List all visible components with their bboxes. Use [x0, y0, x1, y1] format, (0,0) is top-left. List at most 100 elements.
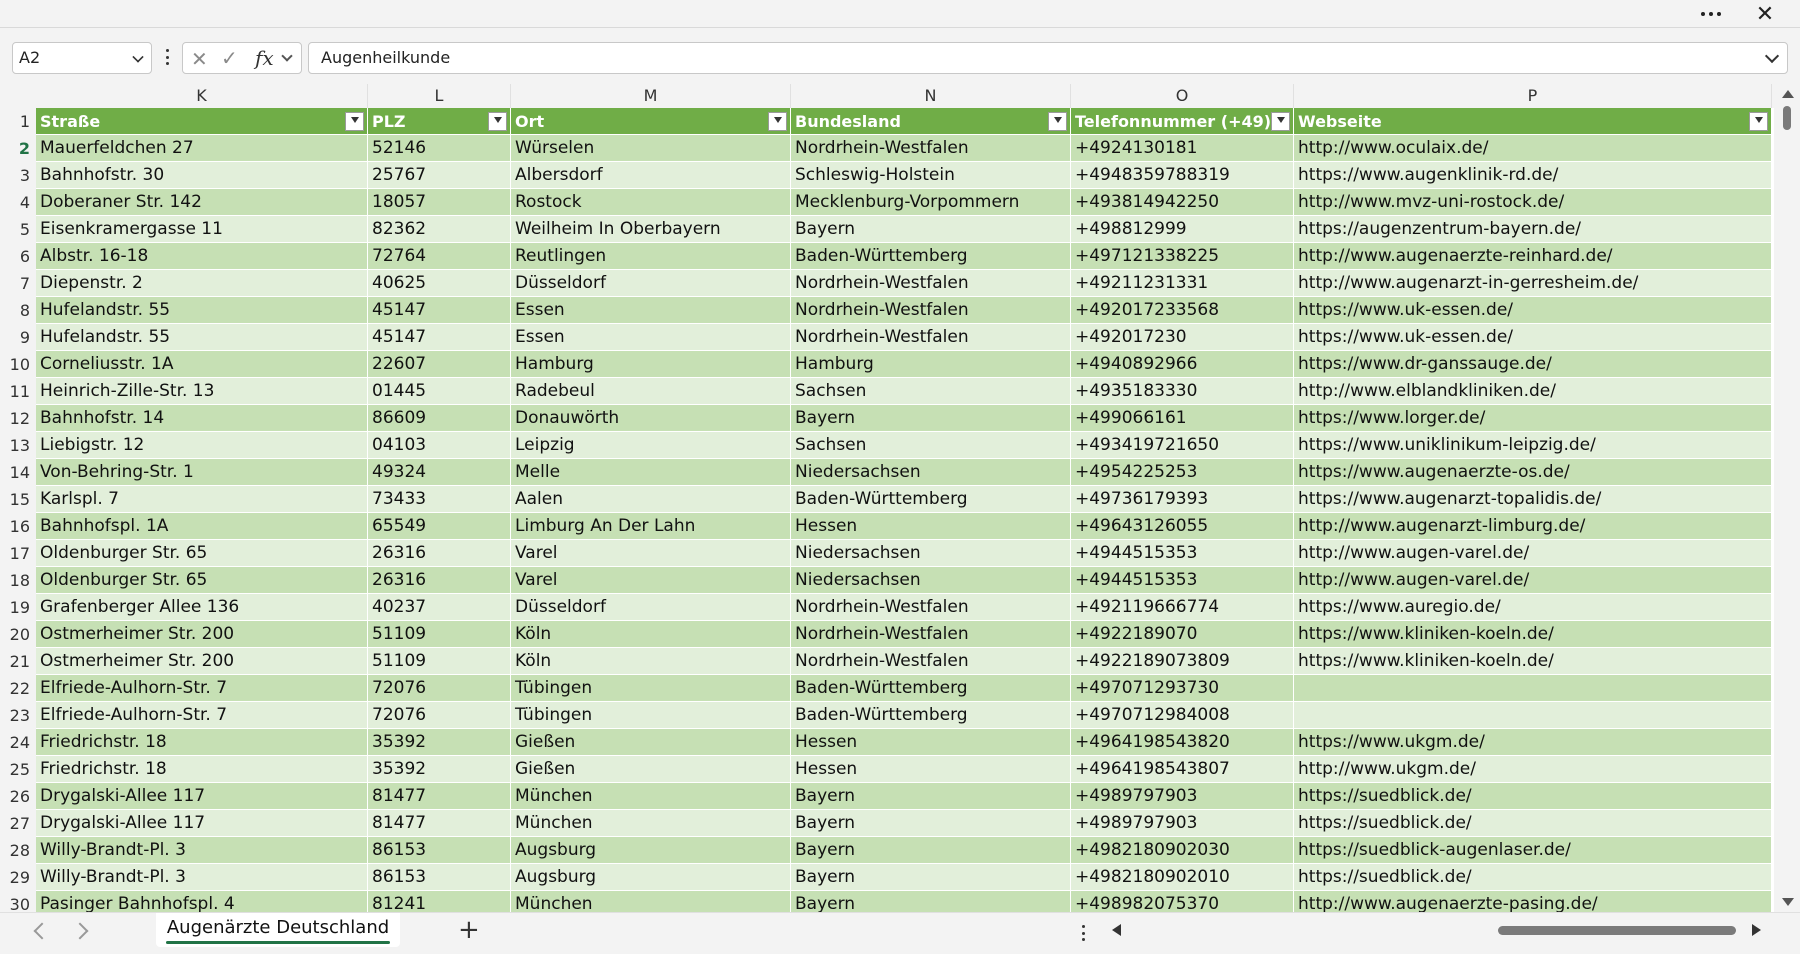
select-all-corner[interactable] — [0, 84, 36, 108]
cell[interactable]: Friedrichstr. 18 — [36, 756, 368, 783]
vertical-scroll-thumb[interactable] — [1783, 106, 1791, 130]
cell[interactable]: Nordrhein-Westfalen — [791, 270, 1071, 297]
cell[interactable]: Nordrhein-Westfalen — [791, 324, 1071, 351]
cell[interactable]: Hessen — [791, 756, 1071, 783]
cell[interactable]: Willy-Brandt-Pl. 3 — [36, 837, 368, 864]
cell[interactable]: https://www.uk-essen.de/ — [1294, 297, 1772, 324]
cell[interactable]: http://www.mvz-uni-rostock.de/ — [1294, 189, 1772, 216]
cell[interactable]: https://www.augenklinik-rd.de/ — [1294, 162, 1772, 189]
row-number[interactable]: 29 — [0, 864, 36, 891]
cell[interactable]: Bayern — [791, 783, 1071, 810]
cell[interactable]: https://www.auregio.de/ — [1294, 594, 1772, 621]
row-number[interactable]: 18 — [0, 567, 36, 594]
cell[interactable]: https://www.dr-ganssauge.de/ — [1294, 351, 1772, 378]
cell[interactable]: 72076 — [368, 675, 511, 702]
cell[interactable]: 72764 — [368, 243, 511, 270]
cell[interactable]: Oldenburger Str. 65 — [36, 540, 368, 567]
enter-icon[interactable]: ✓ — [221, 48, 238, 68]
cell[interactable]: Nordrhein-Westfalen — [791, 648, 1071, 675]
cell[interactable]: Von-Behring-Str. 1 — [36, 459, 368, 486]
cell[interactable]: Bayern — [791, 891, 1071, 912]
cell[interactable]: Karlspl. 7 — [36, 486, 368, 513]
cell[interactable]: Ostmerheimer Str. 200 — [36, 621, 368, 648]
scroll-up-icon[interactable] — [1782, 90, 1794, 98]
cell[interactable]: +49643126055 — [1071, 513, 1294, 540]
row-number[interactable]: 10 — [0, 351, 36, 378]
cell[interactable]: Niedersachsen — [791, 540, 1071, 567]
cell[interactable]: https://suedblick.de/ — [1294, 810, 1772, 837]
filter-dropdown-icon[interactable] — [1749, 112, 1768, 131]
cell[interactable]: Düsseldorf — [511, 270, 791, 297]
cell[interactable]: Essen — [511, 324, 791, 351]
cell[interactable]: https://www.kliniken-koeln.de/ — [1294, 648, 1772, 675]
cell[interactable]: Bayern — [791, 405, 1071, 432]
header-cell[interactable]: Telefonnummer (+49) — [1071, 108, 1294, 135]
cell[interactable]: 45147 — [368, 324, 511, 351]
cell[interactable]: Sachsen — [791, 432, 1071, 459]
insert-function-icon[interactable]: fx — [255, 46, 274, 70]
row-number[interactable]: 23 — [0, 702, 36, 729]
filter-dropdown-icon[interactable] — [1048, 112, 1067, 131]
cell[interactable]: +4940892966 — [1071, 351, 1294, 378]
cell[interactable]: 81477 — [368, 810, 511, 837]
filter-dropdown-icon[interactable] — [345, 112, 364, 131]
cell[interactable]: Elfriede-Aulhorn-Str. 7 — [36, 702, 368, 729]
row-number[interactable]: 12 — [0, 405, 36, 432]
name-box[interactable]: A2 — [12, 42, 152, 74]
cell[interactable]: Aalen — [511, 486, 791, 513]
scroll-down-icon[interactable] — [1782, 898, 1794, 906]
vertical-scrollbar[interactable] — [1774, 84, 1800, 912]
cell[interactable]: Düsseldorf — [511, 594, 791, 621]
cell[interactable]: http://www.augenarzt-in-gerresheim.de/ — [1294, 270, 1772, 297]
cell[interactable]: +497121338225 — [1071, 243, 1294, 270]
row-number[interactable]: 2 — [0, 135, 36, 162]
cell[interactable]: +492017230 — [1071, 324, 1294, 351]
cell[interactable]: https://suedblick.de/ — [1294, 864, 1772, 891]
row-number[interactable]: 25 — [0, 756, 36, 783]
row-number[interactable]: 11 — [0, 378, 36, 405]
cell[interactable]: +4944515353 — [1071, 540, 1294, 567]
cell[interactable]: 51109 — [368, 621, 511, 648]
chevron-down-icon[interactable] — [132, 51, 144, 63]
close-button[interactable]: ✕ — [1742, 0, 1788, 28]
cell[interactable]: Köln — [511, 648, 791, 675]
cell[interactable]: +497071293730 — [1071, 675, 1294, 702]
cell[interactable]: http://www.augenarzt-limburg.de/ — [1294, 513, 1772, 540]
cell[interactable]: http://www.elblandkliniken.de/ — [1294, 378, 1772, 405]
cell[interactable]: München — [511, 810, 791, 837]
cell[interactable]: Nordrhein-Westfalen — [791, 594, 1071, 621]
row-number[interactable]: 9 — [0, 324, 36, 351]
cell[interactable] — [1294, 675, 1772, 702]
cell[interactable]: Hufelandstr. 55 — [36, 324, 368, 351]
cell[interactable]: https://www.ukgm.de/ — [1294, 729, 1772, 756]
cell[interactable]: Drygalski-Allee 117 — [36, 783, 368, 810]
cell[interactable]: Limburg An Der Lahn — [511, 513, 791, 540]
cell[interactable]: 86609 — [368, 405, 511, 432]
header-cell[interactable]: Ort — [511, 108, 791, 135]
cell[interactable]: Baden-Württemberg — [791, 675, 1071, 702]
scroll-left-icon[interactable] — [1112, 924, 1121, 936]
cell[interactable]: +4964198543820 — [1071, 729, 1294, 756]
cell[interactable]: 35392 — [368, 756, 511, 783]
cell[interactable]: Sachsen — [791, 378, 1071, 405]
chevron-down-icon[interactable] — [281, 50, 293, 62]
cell[interactable]: Niedersachsen — [791, 459, 1071, 486]
cell[interactable]: Grafenberger Allee 136 — [36, 594, 368, 621]
cell[interactable]: Oldenburger Str. 65 — [36, 567, 368, 594]
cell[interactable]: http://www.augen-varel.de/ — [1294, 540, 1772, 567]
row-number[interactable]: 19 — [0, 594, 36, 621]
cell[interactable]: 40625 — [368, 270, 511, 297]
cell[interactable]: +493814942250 — [1071, 189, 1294, 216]
column-header-m[interactable]: M — [511, 84, 791, 108]
cell[interactable]: Würselen — [511, 135, 791, 162]
row-number[interactable]: 26 — [0, 783, 36, 810]
cell[interactable]: 26316 — [368, 567, 511, 594]
worksheet-grid[interactable]: KLMNOP 1 Straße PLZ Ort Bundesland Telefonnum… — [0, 84, 1774, 912]
cell[interactable]: http://www.augen-varel.de/ — [1294, 567, 1772, 594]
horizontal-scroll-thumb[interactable] — [1498, 926, 1736, 935]
cell[interactable]: Pasinger Bahnhofspl. 4 — [36, 891, 368, 912]
cell[interactable]: 25767 — [368, 162, 511, 189]
cell[interactable]: Bayern — [791, 864, 1071, 891]
cell[interactable]: http://www.ukgm.de/ — [1294, 756, 1772, 783]
header-cell[interactable]: Bundesland — [791, 108, 1071, 135]
